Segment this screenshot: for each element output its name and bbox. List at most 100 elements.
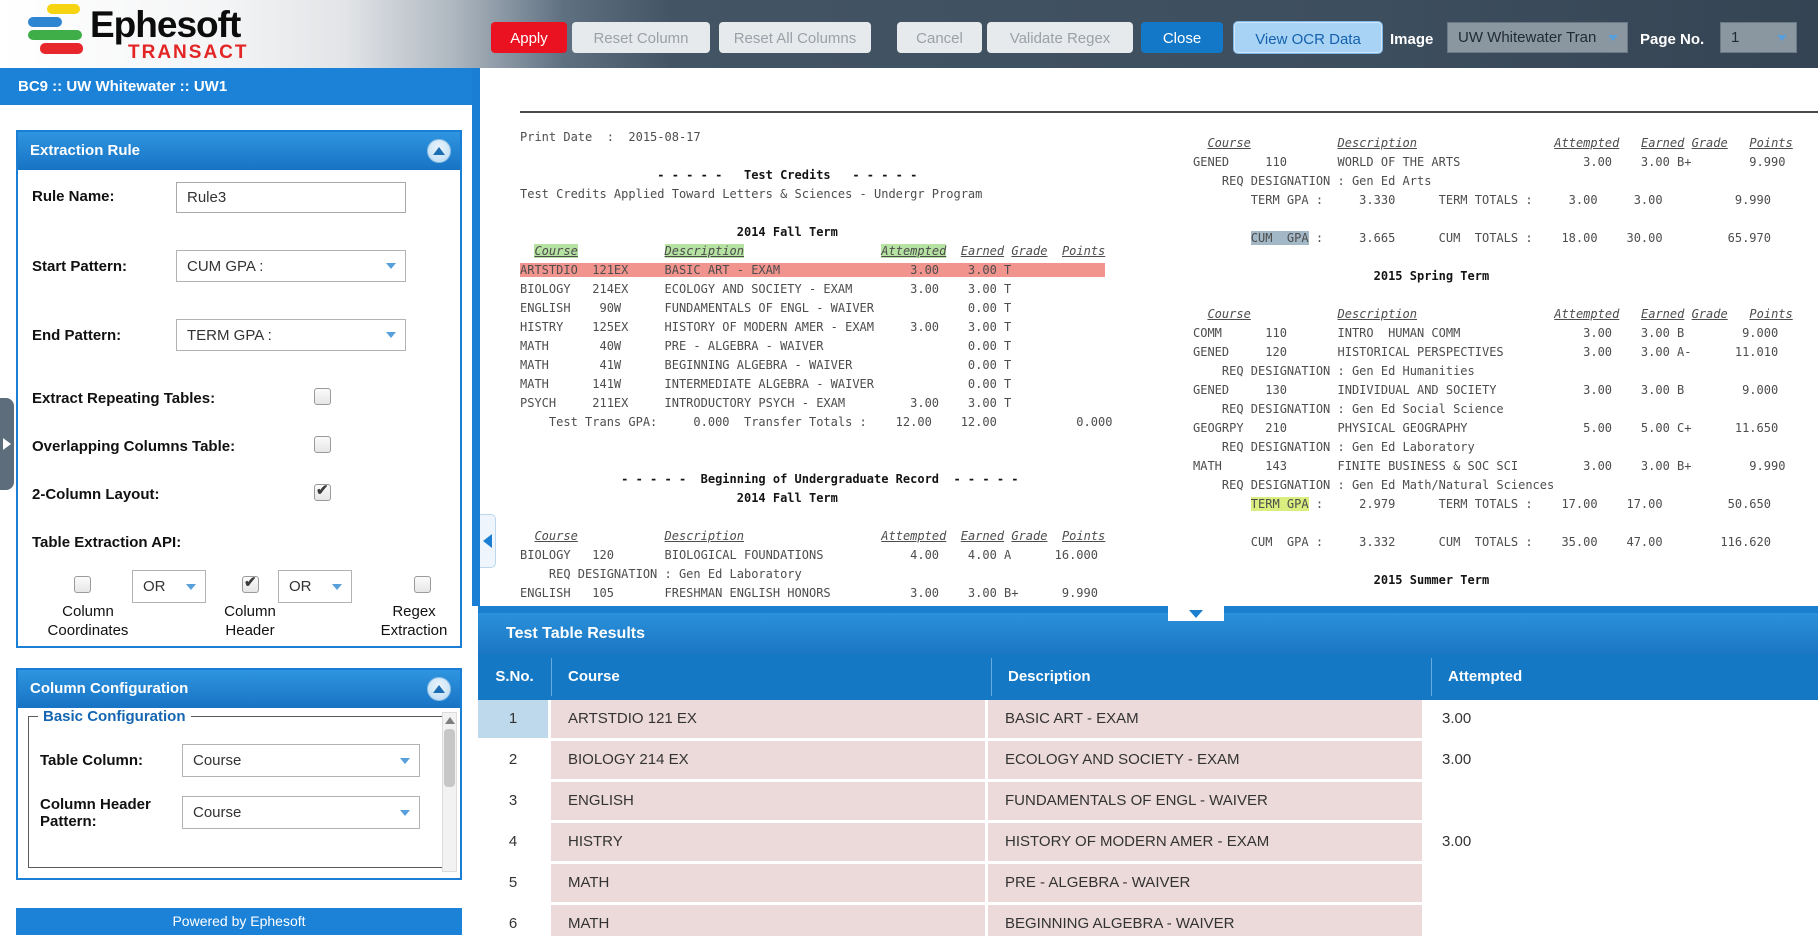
doc-text: BIOLOGY 214EX ECOLOGY AND SOCIETY - EXAM… <box>520 282 1011 296</box>
two-column-layout-label: 2-Column Layout: <box>32 486 160 503</box>
doc-text: Earned <box>961 244 1004 258</box>
doc-text: ENGLISH 105 FRESHMAN ENGLISH HONORS 3.00… <box>520 586 1098 600</box>
doc-line: Course Description Attempted Earned Grad… <box>1193 307 1793 326</box>
doc-text: MATH 141W INTERMEDIATE ALGEBRA - WAIVER … <box>520 377 1011 391</box>
cell-description: PRE - ALGEBRA - WAIVER <box>988 864 1425 905</box>
doc-text <box>578 244 665 258</box>
doc-text: ENGLISH 90W FUNDAMENTALS OF ENGL - WAIVE… <box>520 301 1011 315</box>
collapse-panel-button[interactable] <box>427 139 451 163</box>
doc-text <box>1251 136 1338 150</box>
api-or-select-2[interactable]: OR <box>278 570 352 603</box>
doc-text: REQ DESIGNATION : Gen Ed Social Science <box>1193 402 1504 416</box>
start-pattern-label: Start Pattern: <box>32 258 127 275</box>
image-select[interactable]: UW Whitewater Tran <box>1447 22 1628 53</box>
doc-line: REQ DESIGNATION : Gen Ed Math/Natural Sc… <box>1193 478 1793 497</box>
brand-subtitle: TRANSACT <box>128 42 249 64</box>
doc-line: CUM GPA : 3.332 CUM TOTALS : 35.00 47.00… <box>1193 535 1793 554</box>
table-row[interactable]: 2BIOLOGY 214 EXECOLOGY AND SOCIETY - EXA… <box>478 741 1818 782</box>
results-splitter[interactable] <box>478 606 1818 613</box>
column-header-pattern-select[interactable]: Course <box>182 796 420 829</box>
two-column-layout-checkbox[interactable] <box>314 484 331 501</box>
column-header-checkbox[interactable] <box>242 576 259 593</box>
view-ocr-data-button[interactable]: View OCR Data <box>1234 22 1382 53</box>
extract-repeating-tables-checkbox[interactable] <box>314 388 331 405</box>
table-row[interactable]: 4HISTRYHISTORY OF MODERN AMER - EXAM3.00 <box>478 823 1818 864</box>
start-pattern-select[interactable]: CUM GPA : <box>176 250 406 282</box>
overlapping-columns-table-checkbox[interactable] <box>314 436 331 453</box>
document-top-rule <box>520 111 1818 113</box>
doc-text <box>1251 307 1338 321</box>
cell-attempted <box>1425 864 1818 905</box>
cell-description: BEGINNING ALGEBRA - WAIVER <box>988 905 1425 936</box>
reset-all-columns-button[interactable]: Reset All Columns <box>719 22 871 53</box>
sidebar-splitter[interactable] <box>472 68 480 606</box>
cell-description: ECOLOGY AND SOCIETY - EXAM <box>988 741 1425 782</box>
doc-line: Test Credits Applied Toward Letters & Sc… <box>520 187 1112 206</box>
doc-line: - - - - - Beginning of Undergraduate Rec… <box>520 472 1112 491</box>
doc-text: Points <box>1062 529 1105 543</box>
top-toolbar: Ephesoft TRANSACT Apply Reset Column Res… <box>0 0 1818 68</box>
image-select-value: UW Whitewater Tran <box>1458 29 1596 46</box>
cell-sno: 4 <box>478 823 551 864</box>
chevron-down-icon <box>186 584 196 590</box>
or-value: OR <box>143 578 166 595</box>
panel-expand-tab[interactable] <box>0 398 14 490</box>
doc-text: REQ DESIGNATION : Gen Ed Laboratory <box>520 567 802 581</box>
doc-text: GEOGRPY 210 PHYSICAL GEOGRAPHY 5.00 5.00… <box>1193 421 1778 435</box>
table-row[interactable]: 6MATHBEGINNING ALGEBRA - WAIVER <box>478 905 1818 936</box>
doc-text <box>1193 136 1207 150</box>
column-configuration-panel: Column Configuration Basic Configuration… <box>16 668 462 880</box>
results-collapse-button[interactable] <box>1168 606 1224 621</box>
doc-line: REQ DESIGNATION : Gen Ed Laboratory <box>520 567 1112 586</box>
doc-line <box>520 453 1112 472</box>
cancel-button[interactable]: Cancel <box>897 22 982 53</box>
table-row[interactable]: 1ARTSTDIO 121 EXBASIC ART - EXAM3.00 <box>478 700 1818 741</box>
rule-name-field[interactable]: Rule3 <box>176 182 406 213</box>
cell-course: HISTRY <box>551 823 988 864</box>
validate-regex-button[interactable]: Validate Regex <box>987 22 1133 53</box>
reset-column-button[interactable]: Reset Column <box>572 22 710 53</box>
cell-sno: 5 <box>478 864 551 905</box>
apply-button[interactable]: Apply <box>491 22 567 53</box>
doc-text: Earned <box>1641 136 1684 150</box>
doc-line: MATH 41W BEGINNING ALGEBRA - WAIVER 0.00… <box>520 358 1112 377</box>
doc-text: - - - - - Beginning of Undergraduate Rec… <box>520 472 1019 486</box>
doc-line: GENED 130 INDIVIDUAL AND SOCIETY 3.00 3.… <box>1193 383 1793 402</box>
page-select[interactable]: 1 <box>1720 22 1797 53</box>
brand-name: Ephesoft <box>90 4 240 46</box>
doc-line: ENGLISH 90W FUNDAMENTALS OF ENGL - WAIVE… <box>520 301 1112 320</box>
table-row[interactable]: 3ENGLISHFUNDAMENTALS OF ENGL - WAIVER <box>478 782 1818 823</box>
scrollbar-thumb[interactable] <box>444 729 455 787</box>
doc-text <box>946 244 960 258</box>
regex-extraction-checkbox[interactable] <box>414 576 431 593</box>
doc-text <box>1728 136 1750 150</box>
cell-course: BIOLOGY 214 EX <box>551 741 988 782</box>
doc-text <box>1619 307 1641 321</box>
table-column-select[interactable]: Course <box>182 744 420 777</box>
doc-text: : 3.665 CUM TOTALS : 18.00 30.00 65.970 <box>1309 231 1771 245</box>
extraction-rule-panel: Extraction Rule Rule Name: Rule3 Start P… <box>16 130 462 648</box>
doc-highlight-green: Course <box>534 244 577 258</box>
table-row[interactable]: 5MATHPRE - ALGEBRA - WAIVER <box>478 864 1818 905</box>
doc-line: 2015 Summer Term <box>1193 573 1793 592</box>
end-pattern-select[interactable]: TERM GPA : <box>176 319 406 351</box>
doc-line: Print Date : 2015-08-17 <box>520 130 1112 149</box>
doc-line: MATH 143 FINITE BUSINESS & SOC SCI 3.00 … <box>1193 459 1793 478</box>
doc-text: BIOLOGY 120 BIOLOGICAL FOUNDATIONS 4.00 … <box>520 548 1098 562</box>
doc-text <box>946 529 960 543</box>
collapse-panel-button[interactable] <box>427 677 451 701</box>
close-button[interactable]: Close <box>1141 22 1223 53</box>
column-header-course: Course <box>568 654 620 700</box>
cell-sno: 6 <box>478 905 551 936</box>
doc-text: GENED 120 HISTORICAL PERSPECTIVES 3.00 3… <box>1193 345 1778 359</box>
doc-line: MATH 141W INTERMEDIATE ALGEBRA - WAIVER … <box>520 377 1112 396</box>
api-or-select-1[interactable]: OR <box>132 570 206 603</box>
column-coordinates-checkbox[interactable] <box>74 576 91 593</box>
column-header-pattern-label: Column Header Pattern: <box>40 796 175 830</box>
doc-text <box>1193 497 1251 511</box>
chevron-down-icon <box>386 263 396 269</box>
cell-attempted <box>1425 782 1818 823</box>
doc-line: REQ DESIGNATION : Gen Ed Arts <box>1193 174 1793 193</box>
panel-scrollbar[interactable] <box>442 712 457 872</box>
sidebar-collapse-handle[interactable] <box>480 514 496 568</box>
